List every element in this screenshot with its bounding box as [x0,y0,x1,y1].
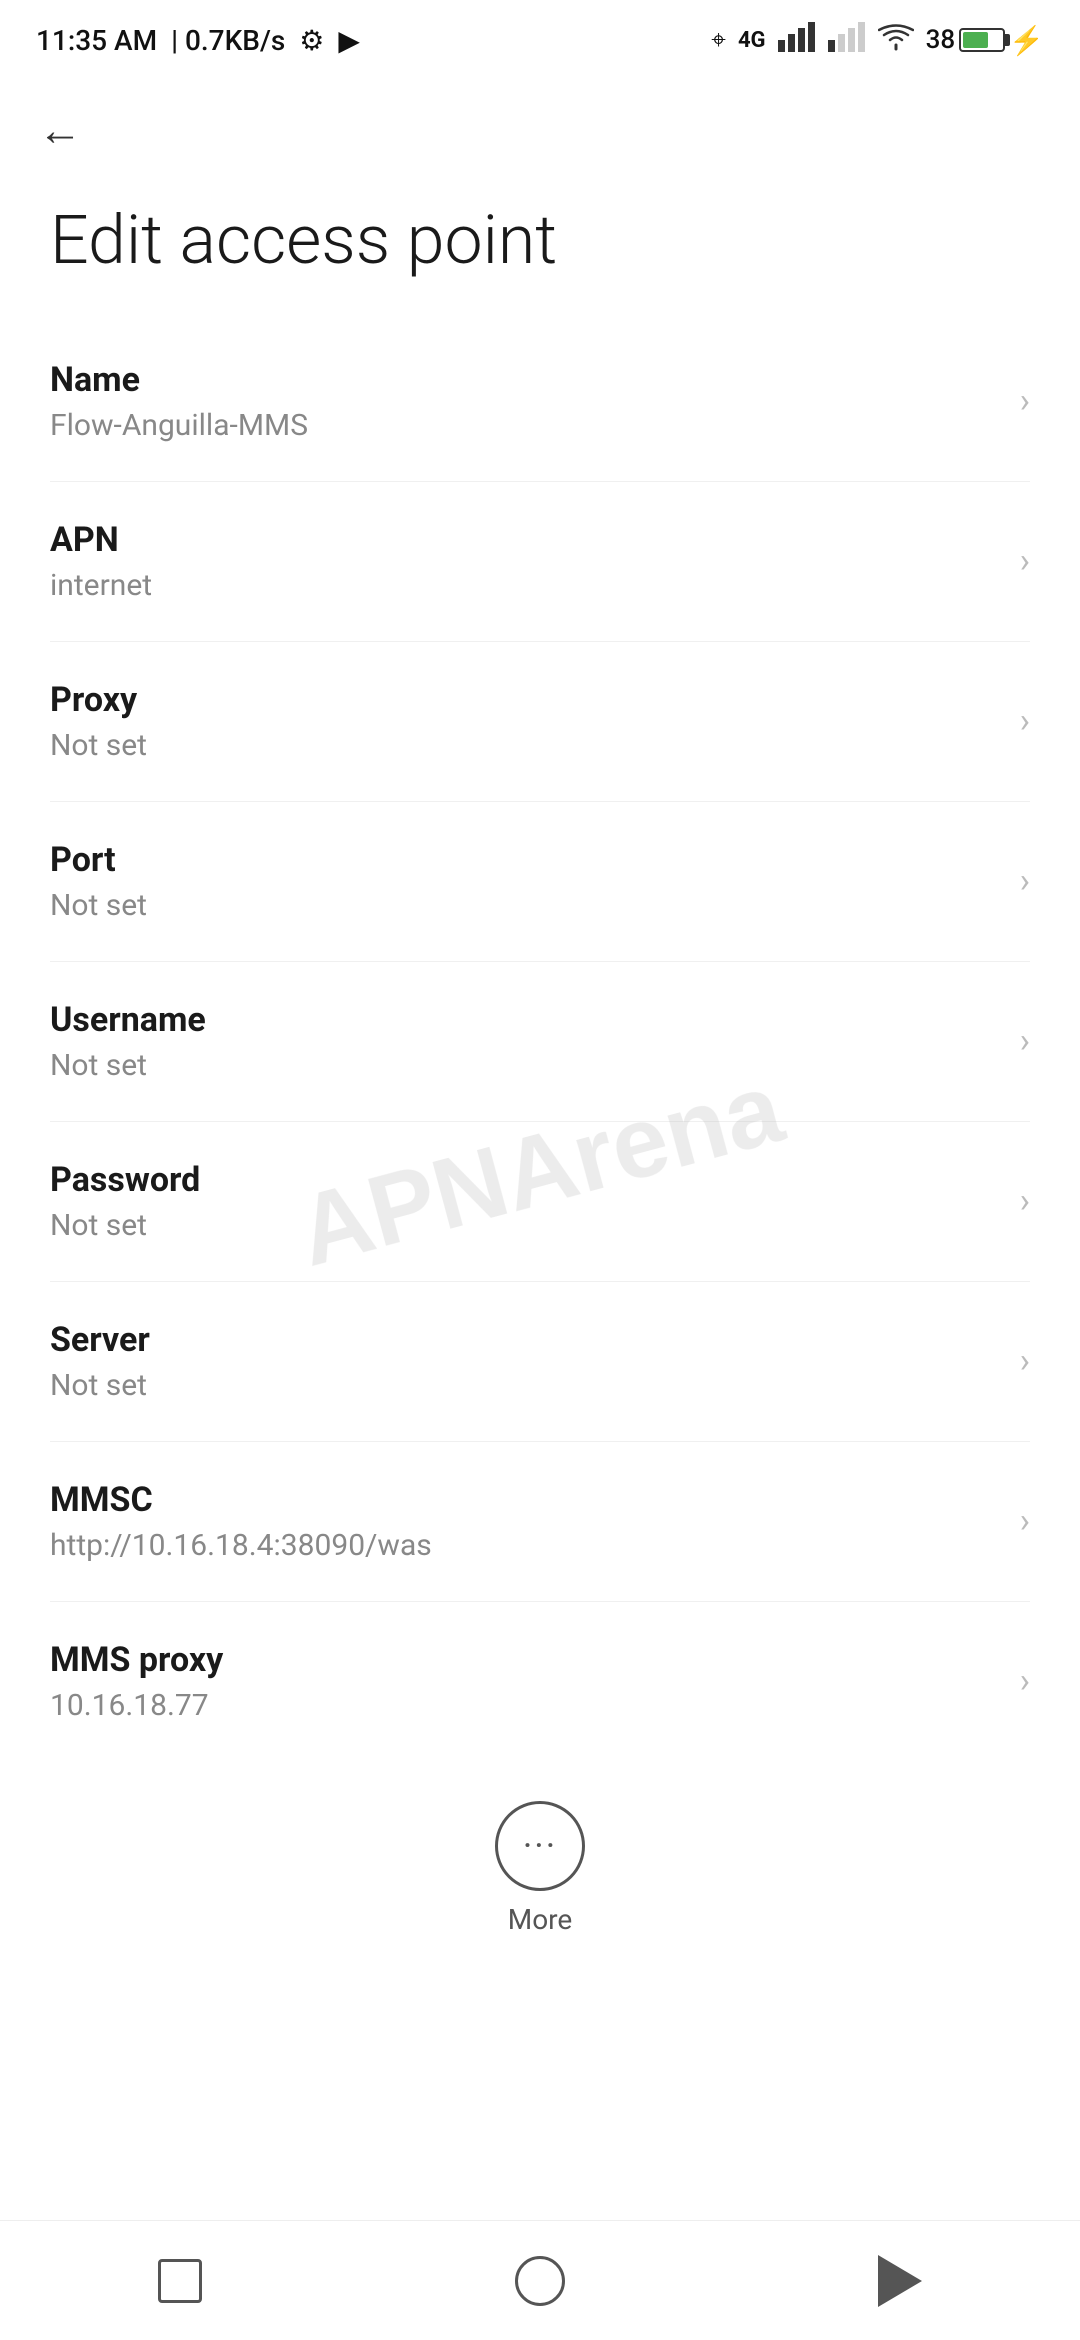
video-icon: ▶ [338,24,360,57]
more-button[interactable]: ··· [495,1801,585,1891]
chevron-icon-port: › [1020,861,1030,901]
more-label: More [508,1903,573,1936]
more-section: ··· More [0,1761,1080,1966]
status-time: 11:35 AM [36,24,157,57]
more-dots-icon: ··· [523,1828,557,1864]
bluetooth-icon: ⌖ [711,25,726,56]
top-nav: ← [0,80,1080,180]
chevron-icon-apn: › [1020,541,1030,581]
nav-recent-apps-button[interactable] [130,2241,230,2321]
settings-value-port: Not set [50,888,1000,923]
signal-bars2-icon [828,22,866,59]
chevron-icon-mms-proxy: › [1020,1661,1030,1701]
settings-item-password[interactable]: Password Not set › [50,1122,1030,1282]
settings-label-server: Server [50,1320,1000,1360]
settings-item-name[interactable]: Name Flow-Anguilla-MMS › [50,322,1030,482]
settings-item-mmsc[interactable]: MMSC http://10.16.18.4:38090/was › [50,1442,1030,1602]
nav-back-button[interactable] [850,2241,950,2321]
status-right: ⌖ 4G [711,22,1044,59]
chevron-icon-mmsc: › [1020,1501,1030,1541]
settings-value-mmsc: http://10.16.18.4:38090/was [50,1528,1000,1563]
bottom-nav [0,2220,1080,2340]
settings-icon: ⚙ [299,24,324,57]
settings-label-name: Name [50,360,1000,400]
nav-square-icon [158,2259,202,2303]
battery-fill [963,32,988,48]
status-left: 11:35 AM | 0.7KB/s ⚙ ▶ [36,24,360,57]
settings-value-proxy: Not set [50,728,1000,763]
settings-value-mms-proxy: 10.16.18.77 [50,1688,1000,1723]
settings-item-username[interactable]: Username Not set › [50,962,1030,1122]
settings-list: Name Flow-Anguilla-MMS › APN internet › … [0,322,1080,1761]
chevron-icon-password: › [1020,1181,1030,1221]
nav-triangle-icon [878,2255,922,2307]
chevron-icon-name: › [1020,381,1030,421]
settings-item-server[interactable]: Server Not set › [50,1282,1030,1442]
chevron-icon-username: › [1020,1021,1030,1061]
settings-value-password: Not set [50,1208,1000,1243]
signal-4g-icon: 4G [738,28,766,53]
settings-label-proxy: Proxy [50,680,1000,720]
page-title: Edit access point [50,200,1030,282]
settings-label-mms-proxy: MMS proxy [50,1640,1000,1680]
page-title-section: Edit access point [0,180,1080,322]
nav-circle-icon [515,2256,565,2306]
settings-value-username: Not set [50,1048,1000,1083]
status-bar: 11:35 AM | 0.7KB/s ⚙ ▶ ⌖ 4G [0,0,1080,80]
settings-value-server: Not set [50,1368,1000,1403]
back-arrow-icon: ← [38,108,82,152]
signal-bars-icon [778,22,816,59]
settings-label-apn: APN [50,520,1000,560]
settings-value-name: Flow-Anguilla-MMS [50,408,1000,443]
settings-item-port[interactable]: Port Not set › [50,802,1030,962]
settings-value-apn: internet [50,568,1000,603]
chevron-icon-server: › [1020,1341,1030,1381]
settings-item-apn[interactable]: APN internet › [50,482,1030,642]
settings-item-proxy[interactable]: Proxy Not set › [50,642,1030,802]
settings-label-password: Password [50,1160,1000,1200]
wifi-icon [878,23,914,58]
settings-item-mms-proxy[interactable]: MMS proxy 10.16.18.77 › [50,1602,1030,1761]
settings-label-mmsc: MMSC [50,1480,1000,1520]
back-button[interactable]: ← [30,100,90,160]
chevron-icon-proxy: › [1020,701,1030,741]
settings-label-port: Port [50,840,1000,880]
status-speed: | 0.7KB/s [171,24,285,57]
nav-home-button[interactable] [490,2241,590,2321]
battery-box [959,28,1005,52]
battery-indicator: 38 ⚡ [926,24,1044,57]
settings-label-username: Username [50,1000,1000,1040]
